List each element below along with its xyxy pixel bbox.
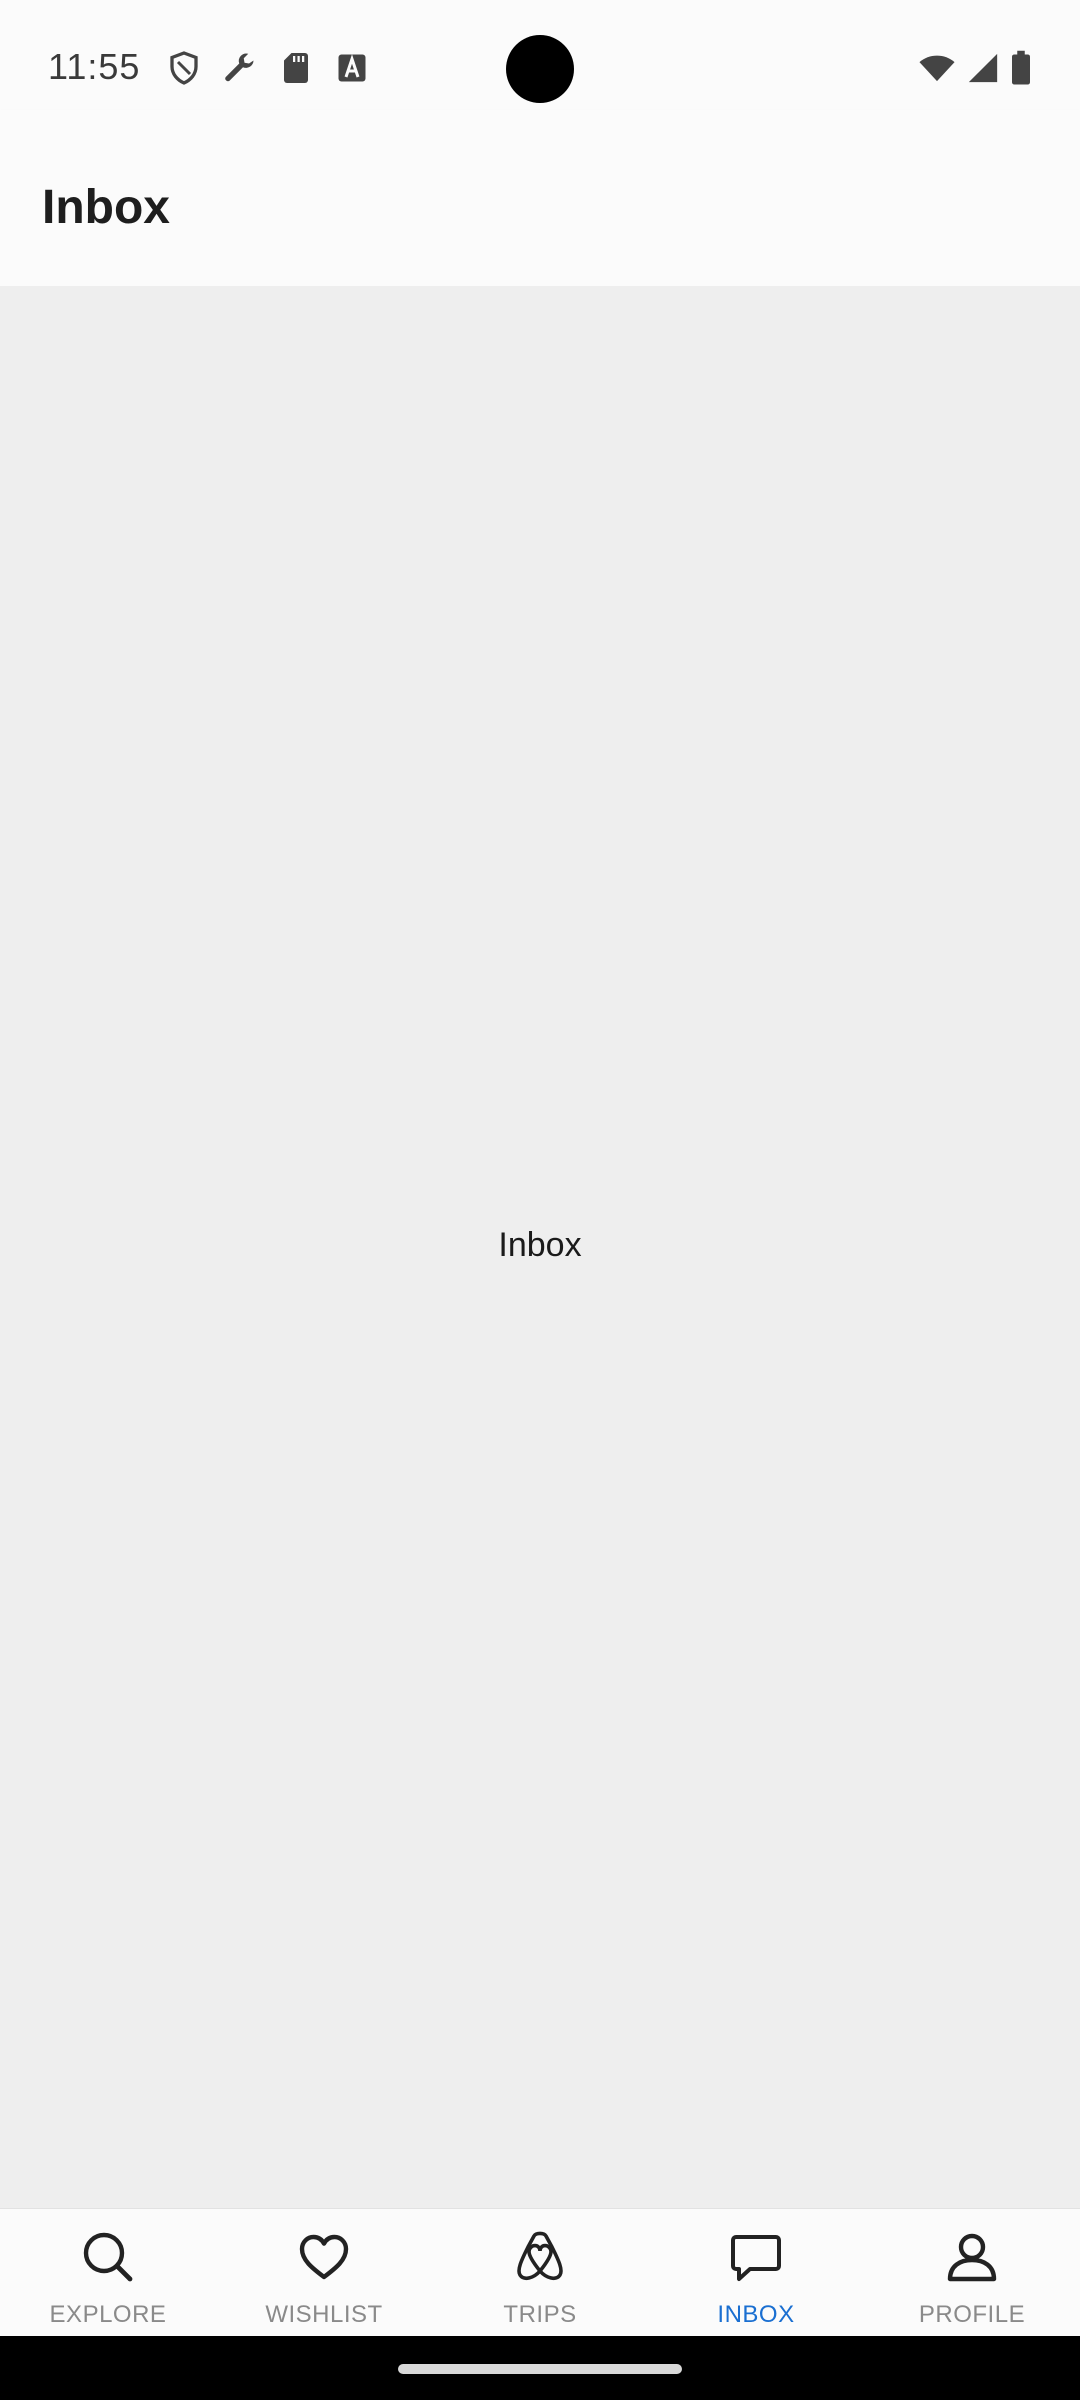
a-box-icon bbox=[338, 54, 366, 82]
inbox-placeholder-text: Inbox bbox=[498, 1226, 582, 1264]
heart-icon bbox=[299, 2234, 349, 2280]
nav-label-profile: PROFILE bbox=[918, 2301, 1026, 2328]
status-bar: 11:55 bbox=[0, 0, 1080, 110]
wifi-icon bbox=[919, 55, 955, 82]
inbox-content-area: Inbox bbox=[0, 286, 1080, 2208]
nav-item-wishlist[interactable]: WISHLIST bbox=[216, 2209, 432, 2336]
nav-label-wishlist: WISHLIST bbox=[265, 2301, 383, 2328]
app-header: Inbox bbox=[0, 110, 1080, 286]
chat-bubble-icon bbox=[731, 2235, 781, 2281]
sd-card-icon bbox=[284, 53, 308, 83]
battery-icon bbox=[1012, 50, 1030, 85]
nav-item-explore[interactable]: EXPLORE bbox=[0, 2209, 216, 2336]
bottom-navigation: EXPLORE WISHLIST TRIPS INBOX PROFILE bbox=[0, 2208, 1080, 2336]
nav-label-explore: EXPLORE bbox=[49, 2301, 167, 2328]
status-time: 11:55 bbox=[48, 46, 141, 87]
signal-icon bbox=[968, 53, 998, 83]
airbnb-logo-icon bbox=[517, 2231, 563, 2281]
nav-label-inbox: INBOX bbox=[717, 2301, 795, 2328]
search-icon bbox=[83, 2232, 133, 2282]
home-gesture-handle[interactable] bbox=[398, 2364, 682, 2374]
status-icons-left bbox=[166, 50, 370, 86]
screen: 11:55 Inbox Inbox EXPLORE WISHLIST TRIPS… bbox=[0, 0, 1080, 2400]
person-icon bbox=[947, 2233, 997, 2282]
status-icons-right bbox=[918, 50, 1032, 86]
nav-item-inbox[interactable]: INBOX bbox=[648, 2209, 864, 2336]
nav-item-profile[interactable]: PROFILE bbox=[864, 2209, 1080, 2336]
front-camera-cutout bbox=[506, 35, 574, 103]
page-title: Inbox bbox=[42, 181, 170, 234]
system-gesture-area bbox=[0, 2336, 1080, 2400]
wrench-icon bbox=[225, 53, 254, 82]
nav-label-trips: TRIPS bbox=[503, 2301, 577, 2328]
shield-icon bbox=[170, 51, 198, 85]
nav-item-trips[interactable]: TRIPS bbox=[432, 2209, 648, 2336]
